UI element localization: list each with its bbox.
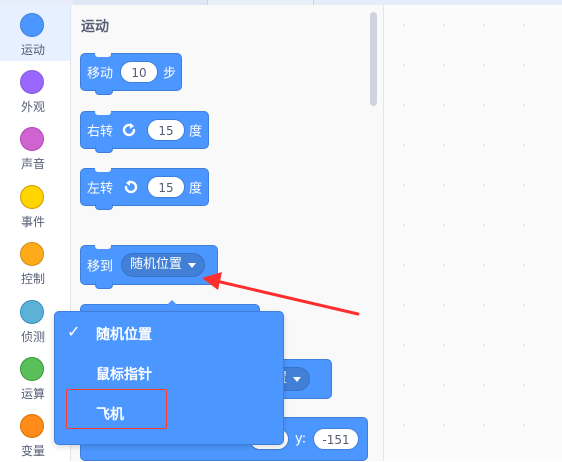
block-label: 左转 xyxy=(87,181,114,197)
block-label: 移动 xyxy=(87,66,114,82)
block-label: 度 xyxy=(189,181,203,197)
dropdown-value: 随机位置 xyxy=(130,257,183,272)
block-notch xyxy=(95,111,111,115)
script-area[interactable] xyxy=(384,5,562,461)
category-looks[interactable]: 外观 xyxy=(0,62,70,118)
motion-color-dot-icon xyxy=(20,13,44,37)
menu-item-label: 随机位置 xyxy=(96,327,152,343)
block-label: 步 xyxy=(163,66,177,82)
annotation-arrow-icon xyxy=(202,272,360,316)
block-tab xyxy=(95,204,113,210)
sound-color-dot-icon xyxy=(20,127,44,151)
chevron-down-icon xyxy=(188,263,197,268)
category-events[interactable]: 事件 xyxy=(0,177,70,233)
block-tab xyxy=(95,283,113,289)
variables-color-dot-icon xyxy=(20,414,44,438)
degrees-input[interactable]: 15 xyxy=(147,176,185,198)
palette-scrollbar[interactable] xyxy=(370,12,377,106)
category-label: 外观 xyxy=(20,100,45,114)
control-color-dot-icon xyxy=(20,242,44,266)
rotate-right-icon xyxy=(121,121,139,139)
palette-section-title: 运动 xyxy=(81,19,109,35)
steps-input[interactable]: 10 xyxy=(120,61,158,83)
y-input[interactable]: -151 xyxy=(313,428,359,450)
events-color-dot-icon xyxy=(20,185,44,209)
category-motion[interactable]: 运动 xyxy=(0,5,70,61)
turn-right-block[interactable]: 右转 15 度 xyxy=(80,111,209,153)
highlight-box xyxy=(66,389,167,429)
block-label: 右转 xyxy=(87,124,114,140)
y-label: y: xyxy=(295,431,307,447)
block-notch xyxy=(95,245,111,249)
block-label: 移到 xyxy=(87,259,114,275)
category-label: 声音 xyxy=(20,157,45,171)
menu-item-mouse-pointer[interactable]: 鼠标指针 xyxy=(55,355,283,391)
turn-left-block[interactable]: 左转 15 度 xyxy=(80,168,209,210)
move-steps-block[interactable]: 移动 10 步 xyxy=(80,53,182,95)
category-sound[interactable]: 声音 xyxy=(0,119,70,175)
block-label: 度 xyxy=(189,124,203,140)
sensing-color-dot-icon xyxy=(20,300,44,324)
looks-color-dot-icon xyxy=(20,70,44,94)
block-notch xyxy=(95,53,111,57)
block-tab xyxy=(95,89,113,95)
operators-color-dot-icon xyxy=(20,357,44,381)
rotate-left-icon xyxy=(121,178,139,196)
degrees-input[interactable]: 15 xyxy=(147,119,185,141)
block-tab xyxy=(95,147,113,153)
checkmark-icon: ✓ xyxy=(67,322,81,341)
category-label: 控制 xyxy=(20,272,45,286)
chevron-down-icon xyxy=(293,377,302,382)
category-label: 事件 xyxy=(20,215,45,229)
menu-item-label: 鼠标指针 xyxy=(96,367,152,383)
category-control[interactable]: 控制 xyxy=(0,234,70,290)
menu-item-random-position[interactable]: ✓ 随机位置 xyxy=(55,315,283,351)
category-label: 运动 xyxy=(20,43,45,57)
block-notch xyxy=(95,168,111,172)
